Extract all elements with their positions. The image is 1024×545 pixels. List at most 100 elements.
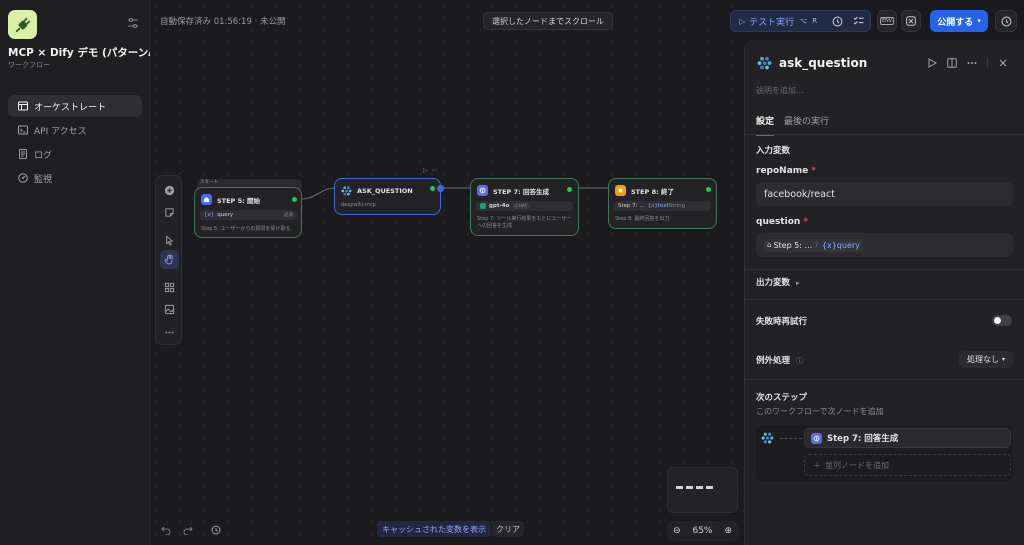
checklist-icon[interactable] — [853, 16, 864, 30]
next-node-label: Step 7: 回答生成 — [827, 434, 899, 444]
plus-icon: ＋ — [813, 460, 821, 470]
export-image-button[interactable] — [160, 300, 179, 319]
undo-icon — [161, 526, 171, 535]
node-end[interactable]: STEP 8: 終了 Step 7: ... {x}text String St… — [608, 178, 717, 229]
output-type: String — [668, 203, 686, 209]
gauge-icon — [18, 173, 28, 183]
add-parallel-node-button[interactable]: ＋ 並列ノードを追加 — [804, 454, 1011, 476]
app-icon[interactable] — [8, 10, 37, 39]
divider — [745, 134, 1024, 135]
add-node-button[interactable] — [160, 181, 179, 200]
retry-label: 失敗時再試行 — [756, 317, 808, 327]
run-node-icon[interactable]: ▷ — [423, 167, 428, 174]
panel-title[interactable]: ask_question — [779, 56, 867, 70]
minimap-node — [686, 486, 693, 489]
next-step-subtitle: このワークフローで次ノードを追加 — [756, 407, 884, 416]
more-icon[interactable]: ⋯ — [432, 167, 438, 174]
minimap[interactable] — [667, 467, 738, 513]
field-label-reponame: repoName * — [756, 166, 816, 176]
zoom-in-icon[interactable]: ⊕ — [724, 526, 732, 536]
close-icon[interactable] — [998, 58, 1008, 68]
exception-dropdown[interactable]: 処理なし ▾ — [959, 351, 1013, 368]
cursor-icon — [166, 235, 174, 246]
nav-item-monitoring[interactable]: 監視 — [8, 167, 142, 189]
description-input[interactable]: 説明を追加... — [756, 85, 804, 96]
split-view-icon[interactable] — [947, 58, 957, 68]
var-meta: 必須 — [284, 213, 293, 218]
node-header: STEP 5: 開始 — [201, 194, 260, 205]
label-text: question — [756, 217, 801, 227]
chevron-right-icon: ▸ — [795, 279, 800, 287]
node-start[interactable]: STEP 5: 開始 {x} query 必須 Step 5: ユーザーからの質… — [194, 187, 302, 238]
add-parallel-label: 並列ノードを追加 — [825, 460, 889, 470]
label-text: repoName — [756, 166, 809, 176]
env-button[interactable]: ENV — [877, 10, 897, 32]
workflow-canvas[interactable]: 自動保存済み 01:56:19 · 未公開 選択したノードまでスクロール — [150, 0, 744, 545]
reponame-input[interactable]: facebook/react — [756, 182, 1013, 206]
node-ask-question[interactable]: ASK_QUESTION deepwiki-mcp — [334, 178, 441, 215]
scroll-to-node-button[interactable]: 選択したノードまでスクロール — [483, 12, 613, 30]
node-answer-generation[interactable]: STEP 7: 回答生成 gpt-4o CHAT Step 7: ツール実行結果… — [470, 178, 579, 236]
retry-toggle[interactable] — [992, 315, 1012, 326]
document-icon — [19, 149, 27, 159]
add-next-node-handle[interactable] — [437, 185, 444, 192]
plug-icon — [15, 17, 30, 32]
info-icon[interactable]: ⓘ — [796, 357, 803, 365]
input-vars-heading: 入力変数 — [756, 146, 791, 156]
show-cached-vars-button[interactable]: キャッシュされた変数を表示 — [377, 521, 491, 537]
node-description: Step 8: 最終回答を出力 — [615, 216, 670, 222]
shortcut-r: R — [812, 17, 818, 25]
more-horizontal-icon — [165, 331, 174, 334]
chevron-down-icon: ▾ — [977, 17, 981, 25]
organize-blocks-button[interactable] — [160, 278, 179, 297]
more-tools-button[interactable] — [160, 323, 179, 342]
run-step-icon[interactable] — [927, 58, 937, 68]
nav-item-logs[interactable]: ログ — [8, 143, 142, 165]
chevron-down-icon: ▾ — [1001, 356, 1005, 363]
plus-circle-icon — [164, 185, 175, 196]
mcp-tool-icon — [761, 432, 774, 444]
run-success-icon — [292, 197, 297, 202]
llm-icon — [477, 185, 488, 196]
node-title: STEP 5: 開始 — [217, 196, 260, 205]
app-name: MCP × Dify デモ (パターンA) — [8, 47, 162, 59]
redo-icon — [183, 526, 193, 535]
test-run-button[interactable]: ▷ テスト実行 ⌥ R — [730, 10, 871, 32]
divider — [745, 379, 1024, 380]
add-note-button[interactable] — [160, 203, 179, 222]
nav-item-orchestrate[interactable]: オーケストレート — [8, 95, 142, 117]
more-horizontal-icon[interactable] — [967, 58, 977, 68]
run-success-icon — [567, 187, 572, 192]
redo-button[interactable] — [177, 521, 199, 539]
pointer-mode-button[interactable] — [160, 231, 179, 250]
canvas-toolbar — [155, 175, 182, 345]
next-step-area: Step 7: 回答生成 ＋ 並列ノードを追加 — [756, 425, 1013, 481]
conversation-vars-button[interactable] — [901, 10, 921, 32]
tab-settings[interactable]: 設定 — [756, 114, 775, 136]
variable-reference-pill[interactable]: ⌂ Step 5: ... / {x}query — [764, 238, 863, 252]
hand-mode-button[interactable] — [160, 250, 179, 269]
next-node-answer[interactable]: Step 7: 回答生成 — [804, 428, 1011, 448]
sliders-icon[interactable] — [127, 17, 139, 29]
tab-last-run[interactable]: 最後の実行 — [784, 114, 829, 136]
output-vars-toggle[interactable]: 出力変数 ▸ — [756, 276, 800, 288]
nav-label: ログ — [34, 150, 53, 161]
divider — [745, 269, 1024, 270]
publish-button[interactable]: 公開する ▾ — [930, 10, 988, 32]
clear-button[interactable]: クリア — [492, 521, 524, 537]
end-icon — [615, 185, 626, 196]
app-history-button[interactable] — [995, 10, 1017, 32]
zoom-level[interactable]: 65% — [692, 526, 712, 536]
zoom-out-icon[interactable]: ⊖ — [673, 526, 681, 536]
undo-button[interactable] — [155, 521, 177, 539]
nav-item-api-access[interactable]: API アクセス — [8, 119, 142, 141]
question-input[interactable]: ⌂ Step 5: ... / {x}query — [756, 233, 1013, 257]
required-mark: * — [811, 166, 816, 176]
shortcut-alt: ⌥ — [799, 17, 808, 25]
mcp-tool-icon — [341, 186, 352, 196]
version-history-button[interactable] — [205, 521, 227, 539]
slash-separator: / — [815, 240, 818, 250]
mcp-tool-icon — [757, 56, 772, 70]
run-history-icon[interactable] — [832, 16, 843, 30]
home-icon: ⌂ — [767, 241, 772, 249]
